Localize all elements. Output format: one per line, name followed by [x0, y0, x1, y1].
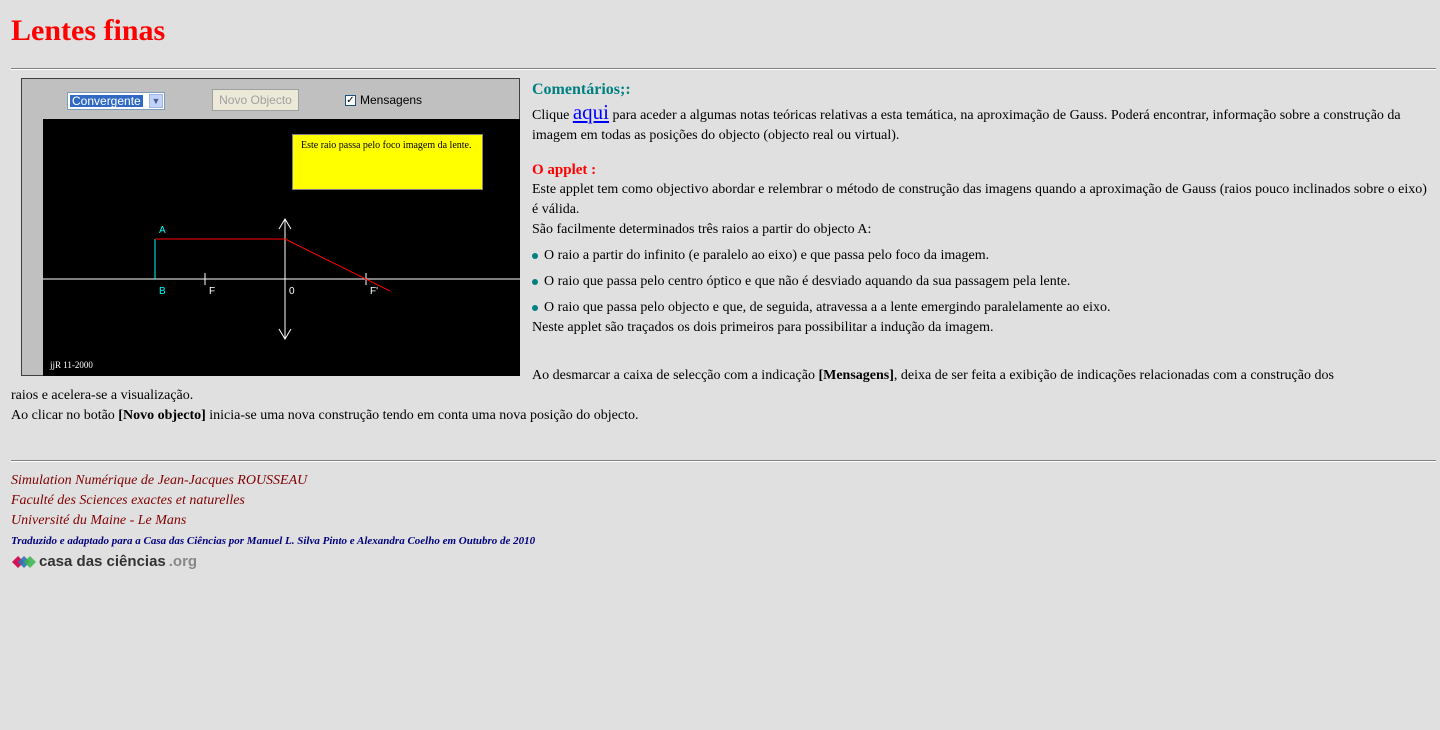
comments-text-pre: Clique: [532, 108, 573, 123]
lens-type-select[interactable]: Convergente ▼: [67, 92, 165, 110]
message-box: Este raio passa pelo foco imagem da lent…: [292, 134, 483, 190]
logo-text: casa das ciências: [39, 553, 166, 570]
new-object-button[interactable]: Novo Objecto: [212, 89, 299, 111]
list-item: O raio a partir do infinito (e paralelo …: [532, 246, 1432, 266]
notes-link[interactable]: aqui: [573, 100, 609, 124]
messages-checkbox[interactable]: ✓: [345, 94, 356, 106]
messages-checkbox-group[interactable]: ✓ Mensagens: [345, 93, 422, 107]
messages-paragraph: Ao desmarcar a caixa de selecção com a i…: [11, 366, 1421, 406]
applet-paragraph-2: São facilmente determinados três raios a…: [532, 222, 872, 237]
new-object-text-pre: Ao clicar no botão: [11, 408, 119, 423]
main-content: Comentários;: Clique aqui para aceder a …: [532, 80, 1432, 338]
translation-credit: Traduzido e adaptado para a Casa das Ciê…: [11, 535, 536, 547]
messages-text-bold: [Mensagens]: [818, 368, 894, 383]
comments-paragraph: Clique aqui para aceder a algumas notas …: [532, 102, 1432, 146]
logo-org: .org: [168, 553, 198, 570]
casa-das-ciencias-logo[interactable]: casa das ciências .org: [12, 553, 197, 570]
bullet-icon: [532, 279, 538, 285]
comments-text-post: para aceder a algumas notas teóricas rel…: [532, 108, 1401, 143]
top-divider: [11, 68, 1436, 70]
label-f: F: [209, 286, 215, 297]
credit-line-2: Faculté des Sciences exactes et naturell…: [11, 493, 245, 508]
new-object-text-post: inicia-se uma nova construção tendo em c…: [205, 408, 639, 423]
applet-paragraph-3: Neste applet são traçados os dois primei…: [532, 320, 994, 335]
label-fp: F': [370, 286, 378, 297]
messages-text-post: , deixa de ser feita a exibição de indic…: [893, 368, 1334, 383]
bullet-text: O raio que passa pelo objecto e que, de …: [544, 300, 1111, 315]
comments-heading: Comentários;:: [532, 81, 631, 98]
label-a: A: [159, 225, 166, 236]
new-object-text-bold: [Novo objecto]: [118, 408, 206, 423]
list-item: O raio que passa pelo centro óptico e qu…: [532, 272, 1432, 292]
refracted-ray: [284, 238, 391, 292]
credit-line-1: Simulation Numérique de Jean-Jacques ROU…: [11, 473, 308, 488]
messages-checkbox-label: Mensagens: [360, 93, 423, 107]
bullet-text: O raio a partir do infinito (e paralelo …: [544, 248, 990, 263]
logo-icon: [12, 555, 36, 568]
label-o: 0: [289, 286, 295, 297]
list-item: O raio que passa pelo objecto e que, de …: [532, 298, 1432, 318]
bullet-icon: [532, 253, 538, 259]
chevron-down-icon[interactable]: ▼: [149, 94, 163, 108]
applet-paragraph-1: Este applet tem como objectivo abordar e…: [532, 182, 1427, 217]
messages-text-pre: Ao desmarcar a caixa de selecção com a i…: [532, 368, 819, 383]
bottom-divider: [11, 460, 1436, 462]
page-title: Lentes finas: [11, 14, 166, 47]
new-object-paragraph: Ao clicar no botão [Novo objecto] inicia…: [11, 406, 638, 426]
lens-applet[interactable]: Convergente ▼ Novo Objecto ✓ Mensagens A…: [21, 78, 520, 376]
applet-heading: O applet :: [532, 162, 597, 178]
bullet-text: O raio que passa pelo centro óptico e qu…: [544, 274, 1071, 289]
credit-line-3: Université du Maine - Le Mans: [11, 513, 187, 528]
lens-type-value: Convergente: [70, 94, 143, 108]
messages-text-cont: raios e acelera-se a visualização.: [11, 388, 194, 403]
label-b: B: [159, 286, 166, 297]
optics-canvas[interactable]: A B F 0 F' Este raio passa pelo foco ima…: [43, 119, 520, 376]
bullet-icon: [532, 305, 538, 311]
